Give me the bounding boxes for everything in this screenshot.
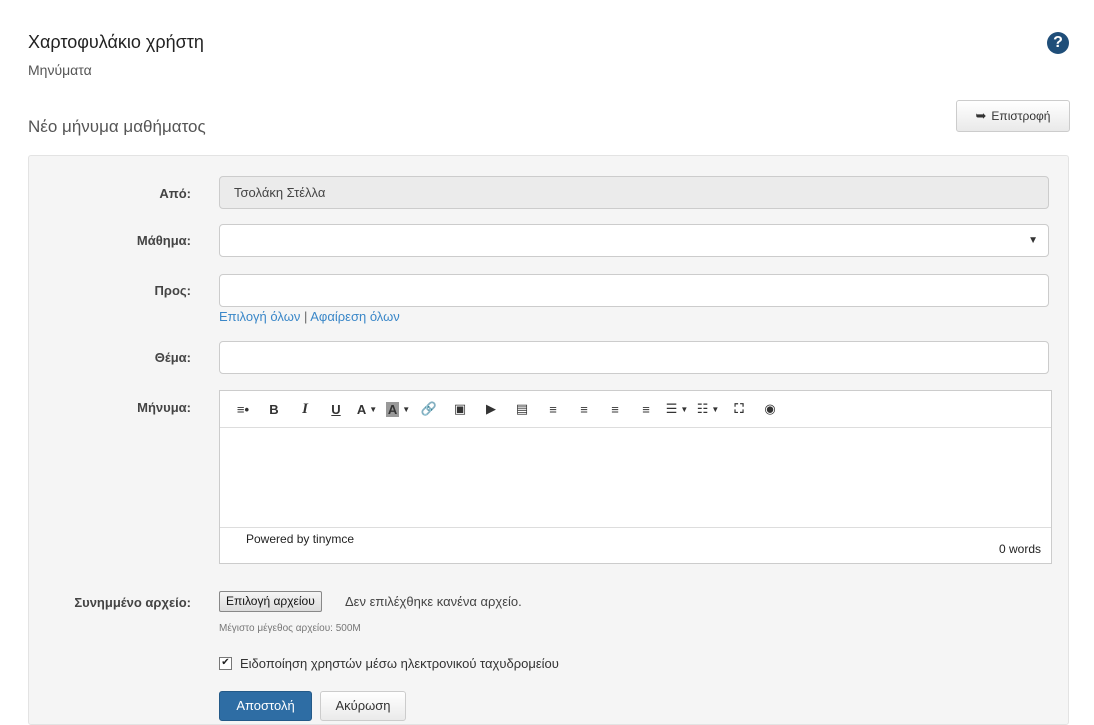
help-icon[interactable]: ? bbox=[1047, 32, 1069, 54]
notify-label: Ειδοποίηση χρηστών μέσω ηλεκτρονικού ταχ… bbox=[240, 656, 559, 671]
reply-icon: ➥ bbox=[975, 108, 987, 123]
notify-option: ✔ Ειδοποίηση χρηστών μέσω ηλεκτρονικού τ… bbox=[219, 656, 559, 671]
bullet-list-icon[interactable]: ☰ ▼ bbox=[664, 398, 690, 420]
to-input[interactable] bbox=[219, 274, 1049, 307]
max-file-size: Μέγιστο μέγεθος αρχείου: 500M bbox=[219, 623, 361, 634]
message-label: Μήνυμα: bbox=[137, 400, 191, 415]
recipient-links: Επιλογή όλων | Αφαίρεση όλων bbox=[219, 309, 400, 324]
from-label: Από: bbox=[159, 186, 191, 201]
back-button[interactable]: ➥ Επιστροφή bbox=[956, 100, 1070, 132]
image-icon[interactable]: ▣ bbox=[447, 398, 473, 420]
align-justify-icon[interactable]: ≡ bbox=[633, 398, 659, 420]
text-color-icon[interactable]: A ▼ bbox=[354, 398, 380, 420]
select-all-link[interactable]: Επιλογή όλων bbox=[219, 309, 300, 324]
media-icon[interactable]: ▶ bbox=[478, 398, 504, 420]
template-icon[interactable]: ▤ bbox=[509, 398, 535, 420]
back-button-label: Επιστροφή bbox=[991, 109, 1051, 123]
word-count: 0 words bbox=[998, 542, 1041, 556]
file-status: Δεν επιλέχθηκε κανένα αρχείο. bbox=[345, 594, 522, 609]
italic-icon[interactable]: I bbox=[292, 398, 318, 420]
message-editor: ≡• B I U A ▼ A ▼ 🔗 ▣ ▶ ▤ ≡ ≡ ≡ ≡ ☰ ▼ ☷ ▼ ⛶ ◉… bbox=[219, 390, 1052, 564]
chevron-down-icon: ▼ bbox=[1028, 235, 1038, 246]
to-label: Προς: bbox=[154, 283, 191, 298]
editor-statusbar: Powered by tinymce 0 words bbox=[220, 527, 1051, 563]
section-title: Νέο μήνυμα μαθήματος bbox=[28, 117, 206, 136]
from-field: Τσολάκη Στέλλα bbox=[219, 176, 1049, 209]
choose-file-button[interactable]: Επιλογή αρχείου bbox=[219, 591, 322, 612]
format-icon[interactable]: ≡• bbox=[230, 398, 256, 420]
bold-icon[interactable]: B bbox=[261, 398, 287, 420]
attachment-label: Συνημμένο αρχείο: bbox=[74, 595, 191, 610]
page-title: Χαρτοφυλάκιο χρήστη bbox=[28, 32, 204, 52]
align-right-icon[interactable]: ≡ bbox=[602, 398, 628, 420]
course-select[interactable]: ▼ bbox=[219, 224, 1049, 257]
links-separator: | bbox=[303, 309, 308, 324]
page-subtitle: Μηνύματα bbox=[28, 62, 92, 78]
preview-icon[interactable]: ◉ bbox=[757, 398, 783, 420]
background-color-icon[interactable]: A ▼ bbox=[385, 398, 411, 420]
align-center-icon[interactable]: ≡ bbox=[571, 398, 597, 420]
editor-text-area[interactable] bbox=[220, 428, 1051, 528]
underline-icon[interactable]: U bbox=[323, 398, 349, 420]
notify-checkbox[interactable]: ✔ bbox=[219, 657, 232, 670]
numbered-list-icon[interactable]: ☷ ▼ bbox=[695, 398, 721, 420]
course-label: Μάθημα: bbox=[136, 233, 191, 248]
powered-by-text: Powered by tinymce bbox=[246, 532, 355, 546]
align-left-icon[interactable]: ≡ bbox=[540, 398, 566, 420]
remove-all-link[interactable]: Αφαίρεση όλων bbox=[310, 309, 400, 324]
fullscreen-icon[interactable]: ⛶ bbox=[726, 398, 752, 420]
subject-label: Θέμα: bbox=[154, 350, 191, 365]
editor-toolbar: ≡• B I U A ▼ A ▼ 🔗 ▣ ▶ ▤ ≡ ≡ ≡ ≡ ☰ ▼ ☷ ▼ ⛶ ◉ bbox=[220, 391, 1051, 428]
subject-input[interactable] bbox=[219, 341, 1049, 374]
link-icon[interactable]: 🔗 bbox=[416, 398, 442, 420]
